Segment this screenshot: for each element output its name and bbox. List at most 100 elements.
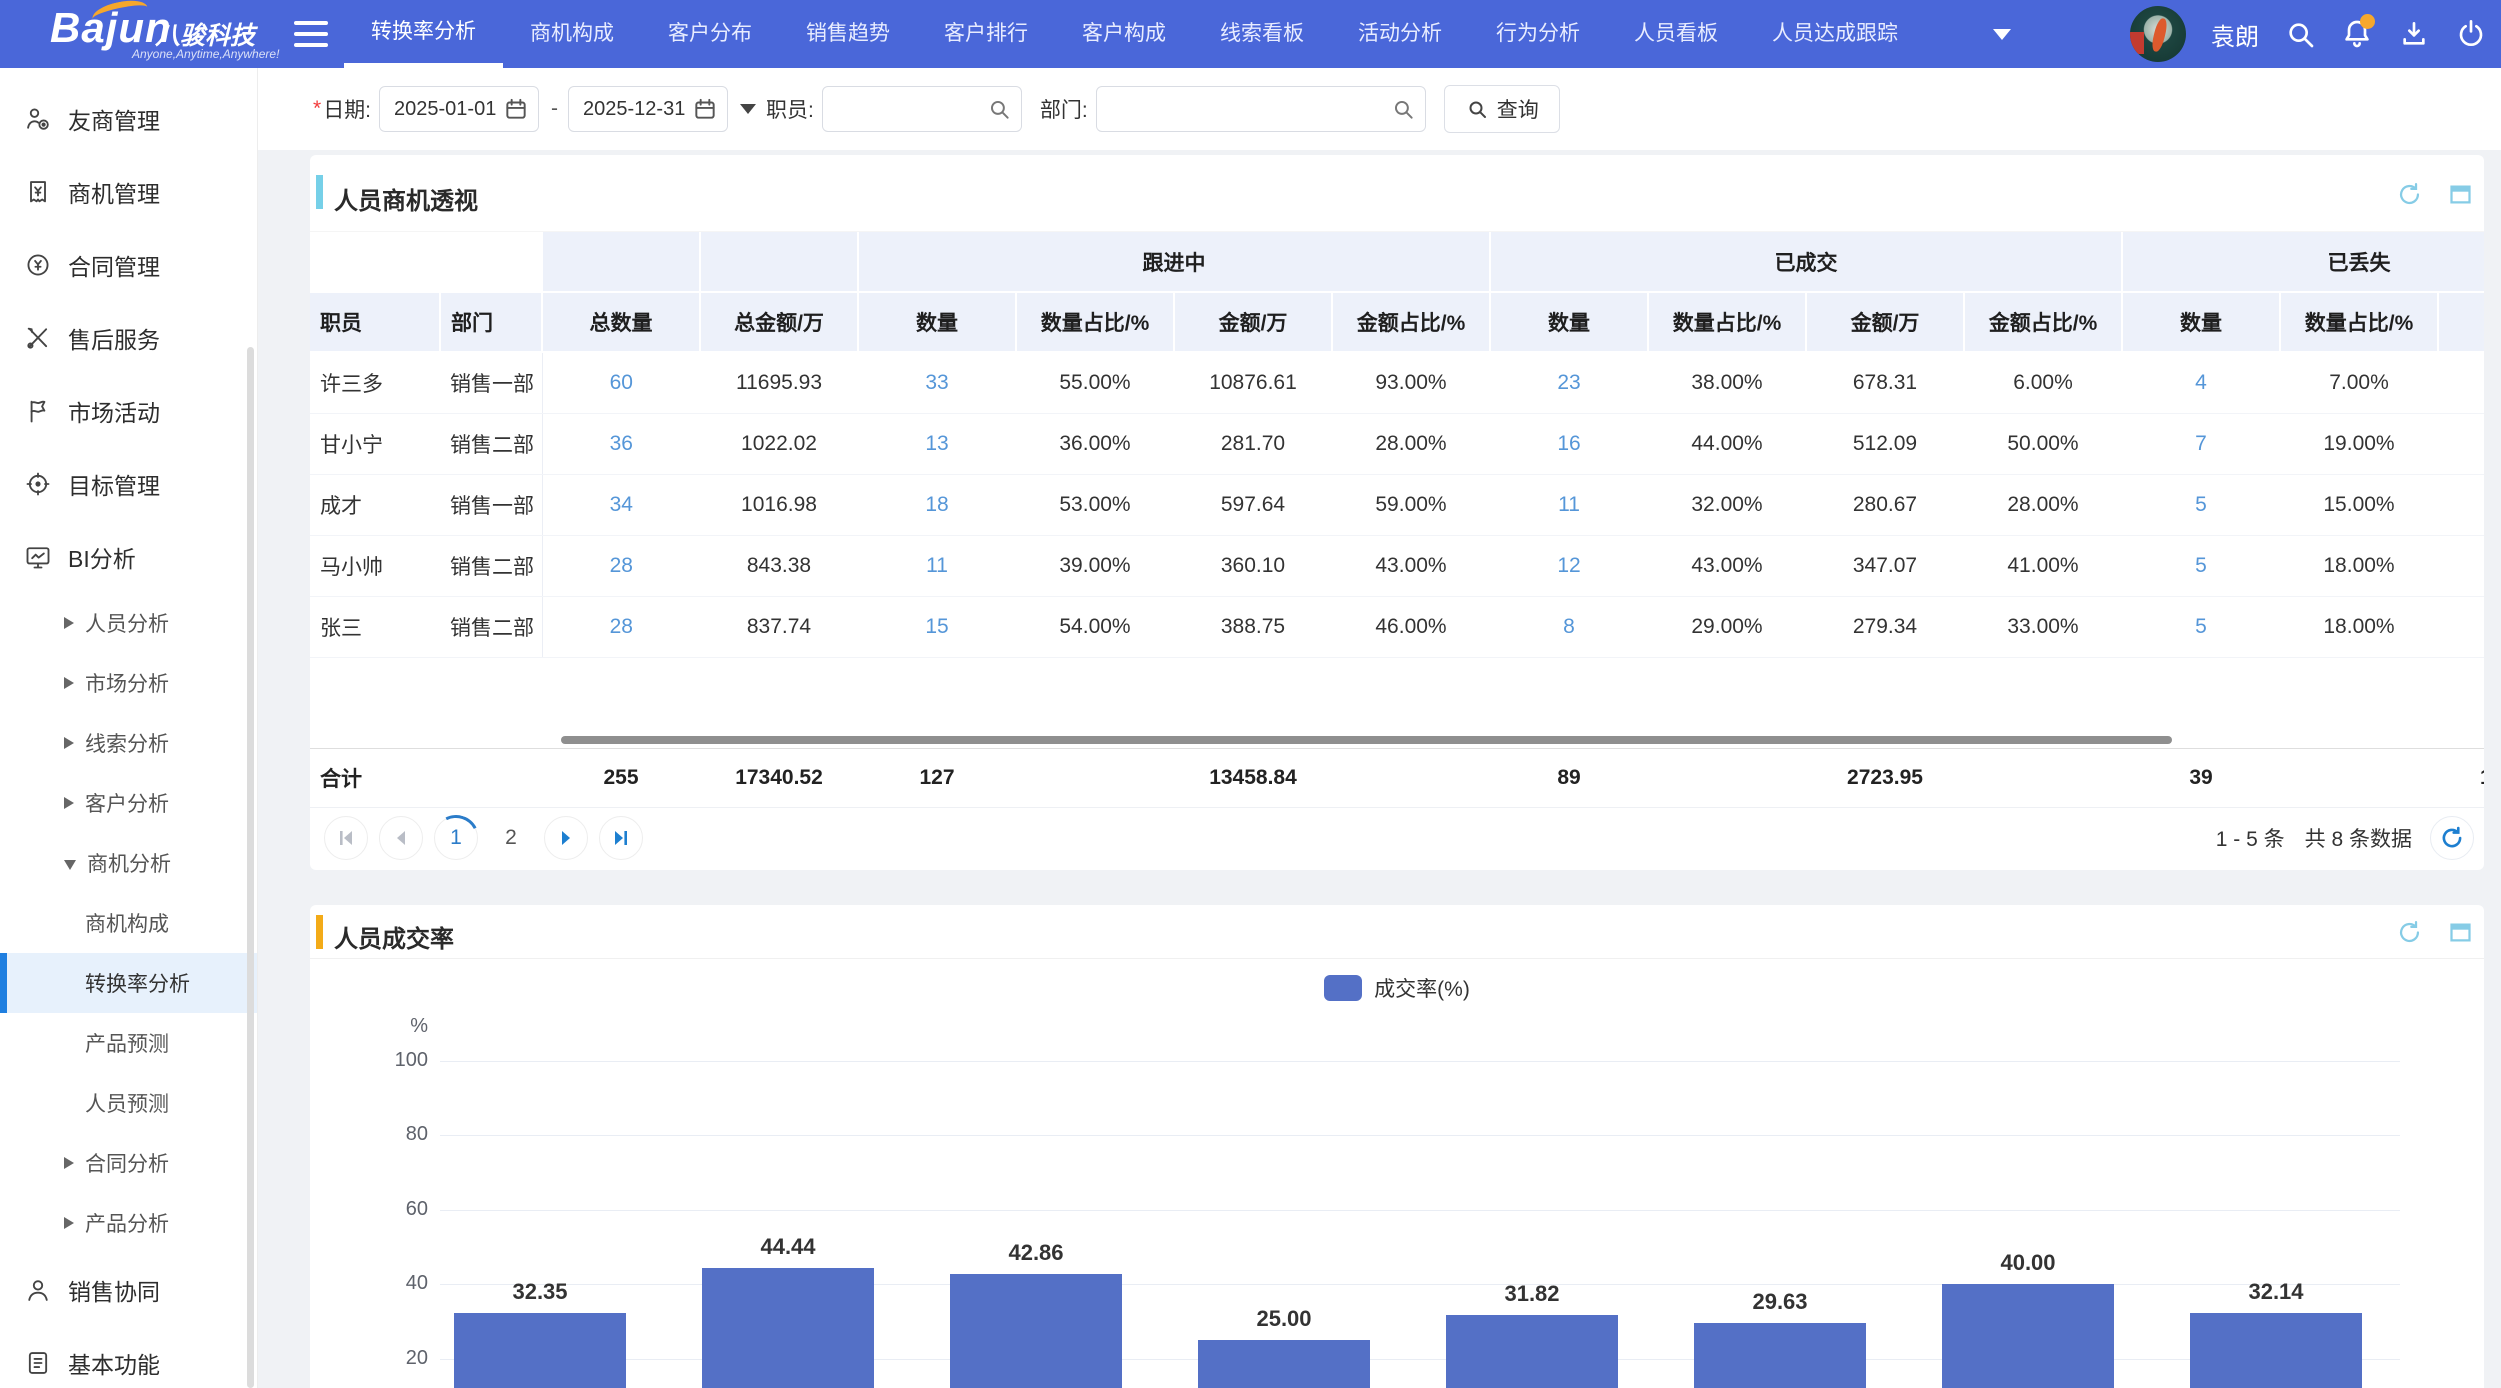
sidebar-subitem[interactable]: 市场分析: [0, 653, 257, 713]
sidebar-item-label: 商机管理: [68, 180, 160, 207]
nav-item[interactable]: 行为分析: [1469, 0, 1607, 68]
count-link-cell[interactable]: 16: [1490, 413, 1648, 475]
count-link-cell[interactable]: 4: [2122, 352, 2280, 414]
sidebar-subsubitem[interactable]: 转换率分析: [0, 953, 257, 1013]
count-link-cell[interactable]: 5: [2122, 535, 2280, 597]
power-icon[interactable]: [2455, 18, 2487, 50]
bar[interactable]: [950, 1273, 1122, 1388]
bar[interactable]: [1446, 1314, 1618, 1388]
count-link-cell[interactable]: 33: [858, 352, 1016, 414]
bar[interactable]: [454, 1312, 626, 1388]
first-page-button[interactable]: [324, 815, 368, 860]
count-link-cell[interactable]: 36: [542, 413, 700, 475]
nav-item[interactable]: 客户分布: [641, 0, 779, 68]
sidebar-item[interactable]: 商机管理: [0, 155, 257, 228]
dept-input[interactable]: [1095, 86, 1426, 132]
refresh-icon[interactable]: [2396, 919, 2423, 946]
count-link-cell[interactable]: 13: [858, 413, 1016, 475]
count-link-cell[interactable]: 34: [542, 474, 700, 536]
count-link-cell[interactable]: 23: [1490, 352, 1648, 414]
brand-logo[interactable]: Bajun 八骏科技 Anyone,Anytime,Anywhere!: [0, 0, 279, 68]
sidebar-subsubitem[interactable]: 商机构成: [0, 893, 257, 953]
date-label: 日期:: [323, 99, 372, 122]
table-row: 张三 销售二部 28 837.74 15 54.00% 388.75 46.00% 8 29.00…: [310, 596, 2484, 658]
table-refresh-icon[interactable]: [2430, 815, 2474, 860]
count-link-cell[interactable]: 28: [542, 596, 700, 658]
date-to-input[interactable]: [568, 86, 729, 132]
total-count-text: 共 8 条数据: [2304, 827, 2412, 851]
bar[interactable]: [1942, 1284, 2114, 1388]
data-cell: 19.00%: [2280, 413, 2438, 475]
nav-item[interactable]: 转换率分析: [344, 0, 503, 68]
nav-item[interactable]: 人员看板: [1607, 0, 1745, 68]
window-icon[interactable]: [2447, 181, 2474, 208]
sidebar-subitem[interactable]: 线索分析: [0, 713, 257, 773]
nav-menu: 转换率分析 商机构成 客户分布 销售趋势 客户排行 客户构成 线索看板 活动分析 行为分析 人员看…: [344, 0, 1925, 68]
sidebar-subitem[interactable]: 商机分析: [0, 833, 257, 893]
data-cell: [2438, 596, 2484, 658]
legend-label[interactable]: 成交率(%): [1374, 973, 1470, 1003]
bar[interactable]: [1694, 1322, 1866, 1388]
sidebar-item[interactable]: 销售协同: [0, 1253, 257, 1326]
nav-item[interactable]: 商机构成: [503, 0, 641, 68]
nav-item[interactable]: 线索看板: [1193, 0, 1331, 68]
sidebar-item[interactable]: 合同管理: [0, 228, 257, 301]
menu-icon[interactable]: [294, 21, 328, 47]
page-number-2[interactable]: 2: [489, 816, 533, 860]
horizontal-scrollbar[interactable]: [561, 736, 2172, 744]
sidebar-item[interactable]: 售后服务: [0, 301, 257, 374]
nav-item[interactable]: 活动分析: [1331, 0, 1469, 68]
bar[interactable]: [1198, 1340, 1370, 1388]
count-link-cell[interactable]: 28: [542, 535, 700, 597]
window-icon[interactable]: [2447, 919, 2474, 946]
nav-item[interactable]: 客户排行: [917, 0, 1055, 68]
bar[interactable]: [2190, 1313, 2362, 1388]
count-link-cell[interactable]: 15: [858, 596, 1016, 658]
sidebar-item[interactable]: BI分析: [0, 520, 257, 593]
sidebar-subsubitem[interactable]: 人员预测: [0, 1073, 257, 1133]
sidebar-item[interactable]: 目标管理: [0, 447, 257, 520]
legend-swatch[interactable]: [1324, 975, 1363, 1001]
nav-item[interactable]: 客户构成: [1055, 0, 1193, 68]
sidebar-scrollbar[interactable]: [247, 347, 254, 1388]
count-link-cell[interactable]: 18: [858, 474, 1016, 536]
count-link-cell[interactable]: 12: [1490, 535, 1648, 597]
count-link-cell[interactable]: 11: [858, 535, 1016, 597]
next-page-button[interactable]: [544, 815, 588, 860]
query-button[interactable]: 查询: [1443, 85, 1560, 133]
count-link-cell[interactable]: 8: [1490, 596, 1648, 658]
prev-page-button[interactable]: [379, 815, 423, 860]
bar-value-label: 31.82: [1504, 1280, 1560, 1306]
last-page-button[interactable]: [599, 815, 643, 860]
date-preset-caret-icon[interactable]: [740, 104, 757, 114]
partner-icon: [24, 105, 52, 133]
date-from-input[interactable]: [379, 86, 540, 132]
sidebar-subitem[interactable]: 合同分析: [0, 1133, 257, 1193]
download-icon[interactable]: [2398, 18, 2430, 50]
nav-item[interactable]: 人员达成跟踪: [1745, 0, 1925, 68]
bell-icon[interactable]: [2341, 14, 2375, 50]
sidebar-subsubitem[interactable]: 产品预测: [0, 1013, 257, 1073]
sidebar-subitem[interactable]: 客户分析: [0, 773, 257, 833]
count-link-cell[interactable]: 60: [542, 352, 700, 414]
sidebar-item[interactable]: 市场活动: [0, 374, 257, 447]
nav-item[interactable]: 销售趋势: [779, 0, 917, 68]
count-link-cell[interactable]: 5: [2122, 474, 2280, 536]
count-link-cell[interactable]: 5: [2122, 596, 2280, 658]
chart-legend[interactable]: 成交率(%): [310, 973, 2484, 1003]
sidebar-subitem[interactable]: 产品分析: [0, 1193, 257, 1253]
avatar[interactable]: [2130, 6, 2186, 62]
nav-overflow-caret-icon[interactable]: [1993, 28, 2011, 40]
sidebar-subitem[interactable]: 人员分析: [0, 593, 257, 653]
search-icon[interactable]: [2284, 18, 2316, 50]
user-name[interactable]: 袁朗: [2211, 17, 2259, 52]
bar[interactable]: [702, 1267, 874, 1388]
page-number-1[interactable]: 1: [434, 815, 478, 860]
staff-input[interactable]: [821, 86, 1022, 132]
count-link-cell[interactable]: 7: [2122, 413, 2280, 475]
panel1-header: 人员商机透视: [310, 155, 2484, 232]
sidebar-item[interactable]: 基本功能: [0, 1326, 257, 1388]
refresh-icon[interactable]: [2396, 181, 2423, 208]
sidebar-item[interactable]: 友商管理: [0, 82, 257, 155]
count-link-cell[interactable]: 11: [1490, 474, 1648, 536]
